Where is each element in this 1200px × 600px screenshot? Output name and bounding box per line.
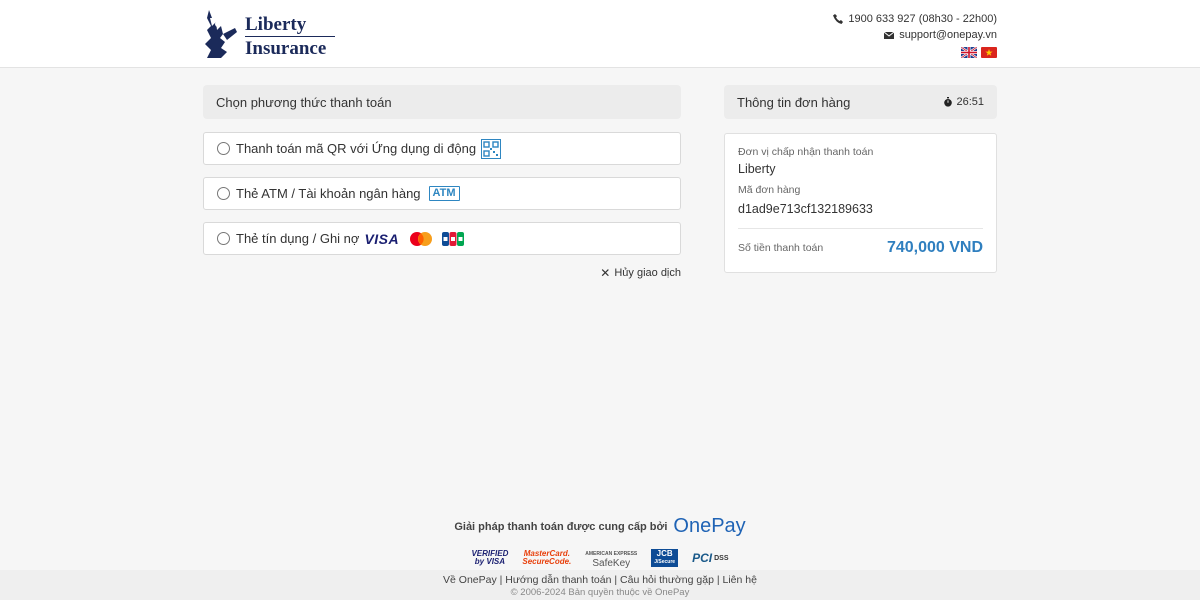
amex-safekey-icon: AMERICAN EXPRESS SafeKey: [585, 548, 638, 569]
close-icon: ✕: [600, 266, 611, 280]
envelope-icon: [884, 31, 895, 39]
support-email[interactable]: support@onepay.vn: [899, 29, 997, 41]
verified-by-visa-icon: VERIFIED by VISA: [471, 550, 508, 566]
order-id-value: d1ad9e713cf132189633: [738, 202, 873, 216]
jcb-logo-icon: [442, 231, 465, 246]
jcb-jsecure-icon: JCB J/Secure: [651, 549, 679, 567]
cancel-transaction-label: Hủy giao dịch: [614, 267, 681, 279]
footer-link-faq[interactable]: Câu hỏi thường gặp: [620, 574, 714, 586]
powered-by: Giải pháp thanh toán được cung cấp bởi O…: [0, 515, 1200, 538]
payment-method-title: Chọn phương thức thanh toán: [216, 94, 392, 110]
pci-dss-line1: PCI: [692, 551, 713, 565]
language-switcher: [833, 47, 997, 58]
payment-option-card[interactable]: Thẻ tín dụng / Ghi nợ VISA: [203, 222, 681, 255]
brand-rule: [245, 35, 335, 37]
pci-dss-icon: PCI DSS: [692, 551, 728, 565]
radio-card[interactable]: [217, 232, 230, 245]
order-id-label: Mã đơn hàng: [738, 184, 801, 196]
footer-bar: Về OnePay | Hướng dẫn thanh toán | Câu h…: [0, 570, 1200, 600]
mastercard-logo-icon: [410, 231, 433, 246]
timer-value: 26:51: [956, 96, 984, 108]
amount-row: Số tiền thanh toán 740,000 VND: [738, 239, 983, 257]
radio-atm[interactable]: [217, 187, 230, 200]
liberty-insurance-logo[interactable]: Liberty Insurance: [203, 8, 335, 60]
payment-option-card-label: Thẻ tín dụng / Ghi nợ: [236, 231, 360, 246]
jcb-jsecure-line1: JCB: [656, 549, 673, 558]
footer-link-guide[interactable]: Hướng dẫn thanh toán: [505, 574, 611, 586]
phone-icon: [833, 14, 844, 24]
copyright: © 2006-2024 Bản quyền thuộc về OnePay: [510, 587, 690, 598]
jcb-jsecure-line2: J/Secure: [654, 559, 676, 565]
visa-logo-icon: VISA: [364, 230, 400, 247]
header: Liberty Insurance 1900 633 927 (08h30 - …: [0, 0, 1200, 68]
brand-line1: Liberty: [245, 13, 307, 35]
statue-of-liberty-icon: [205, 10, 237, 58]
merchant-value: Liberty: [738, 162, 776, 176]
verified-by-visa-line2: by VISA: [474, 557, 506, 566]
amount-value: 740,000 VND: [886, 239, 983, 256]
mastercard-securecode-line2: SecureCode.: [522, 557, 572, 566]
onepay-logo[interactable]: OnePay: [673, 515, 745, 538]
order-info-header: Thông tin đơn hàng 26:51: [724, 85, 997, 119]
payment-option-atm-label: Thẻ ATM / Tài khoản ngân hàng: [236, 186, 421, 201]
merchant-label: Đơn vị chấp nhận thanh toán: [738, 146, 874, 158]
mastercard-securecode-icon: MasterCard. SecureCode.: [522, 550, 571, 566]
pci-dss-line2: DSS: [714, 554, 729, 562]
amount-label: Số tiền thanh toán: [738, 242, 824, 254]
contact-info: 1900 633 927 (08h30 - 22h00) support@one…: [833, 11, 997, 58]
footer-links: Về OnePay | Hướng dẫn thanh toán | Câu h…: [443, 574, 757, 586]
footer-link-about[interactable]: Về OnePay: [443, 574, 497, 586]
order-info-title: Thông tin đơn hàng: [737, 94, 851, 110]
payment-option-qr-label: Thanh toán mã QR với Ứng dụng di động: [236, 141, 477, 156]
vietnam-flag-icon[interactable]: [981, 47, 997, 58]
cancel-transaction-link[interactable]: ✕ Hủy giao dịch: [600, 266, 681, 280]
radio-qr[interactable]: [217, 142, 230, 155]
stopwatch-icon: [944, 97, 953, 107]
payment-option-atm[interactable]: Thẻ ATM / Tài khoản ngân hàng ATM: [203, 177, 681, 210]
payment-option-qr[interactable]: Thanh toán mã QR với Ứng dụng di động: [203, 132, 681, 165]
amex-safekey-line2: SafeKey: [592, 558, 631, 569]
footer-link-contact[interactable]: Liên hệ: [723, 574, 757, 586]
countdown-timer: 26:51: [943, 96, 984, 108]
atm-badge: ATM: [428, 186, 460, 201]
powered-by-text: Giải pháp thanh toán được cung cấp bởi: [454, 520, 668, 533]
brand-line2: Insurance: [245, 37, 327, 59]
payment-method-header: Chọn phương thức thanh toán: [203, 85, 681, 119]
uk-flag-icon[interactable]: [961, 47, 977, 58]
order-details: Đơn vị chấp nhận thanh toán Liberty Mã đ…: [724, 133, 997, 273]
phone-number[interactable]: 1900 633 927 (08h30 - 22h00): [848, 13, 997, 25]
qr-code-icon: [481, 138, 502, 159]
divider: [738, 228, 983, 229]
amex-safekey-line1: AMERICAN EXPRESS: [585, 551, 638, 557]
security-certifications: VERIFIED by VISA MasterCard. SecureCode.…: [0, 548, 1200, 569]
